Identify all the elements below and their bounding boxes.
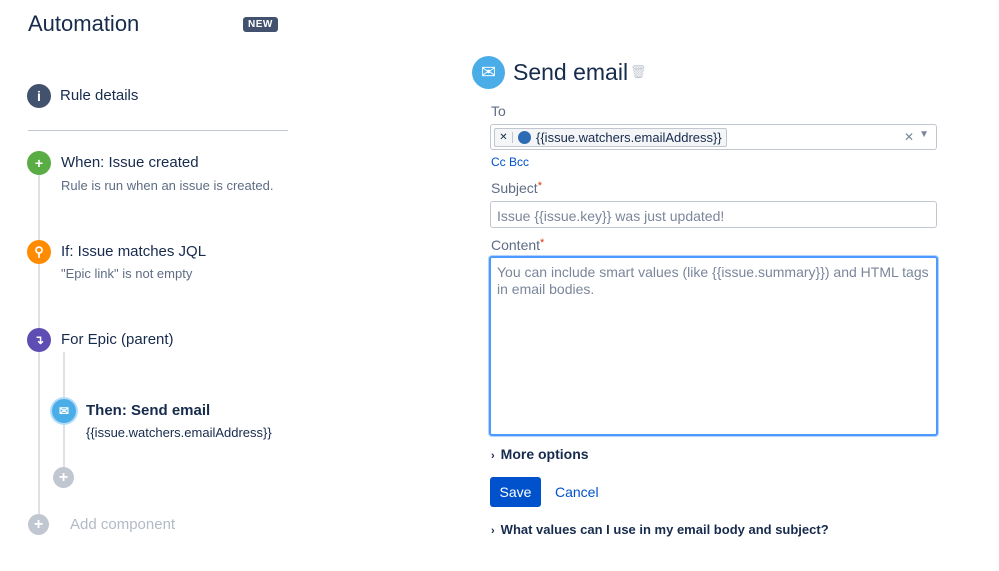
step-condition[interactable]: If: Issue matches JQL (61, 243, 206, 260)
help-toggle[interactable]: › What values can I use in my email body … (491, 522, 829, 537)
step-branch[interactable]: For Epic (parent) (61, 331, 174, 348)
page-title: Automation (28, 11, 140, 36)
add-component-icon[interactable]: + (28, 514, 49, 535)
step-desc: "Epic link" is not empty (61, 266, 193, 281)
save-button[interactable]: Save (490, 477, 541, 507)
search-icon: ⚲ (27, 240, 51, 264)
rule-details-link[interactable]: Rule details (60, 87, 138, 104)
to-field[interactable]: ✕ {{issue.watchers.emailAddress}} ✕ ▼ (490, 124, 937, 150)
trash-icon[interactable]: 🗑 (630, 64, 647, 80)
step-desc: {{issue.watchers.emailAddress}} (86, 425, 272, 440)
branch-icon: ↴ (27, 328, 51, 352)
panel-title: Send email (513, 59, 629, 85)
more-options-toggle[interactable]: › More options (491, 446, 589, 462)
clear-icon[interactable]: ✕ (904, 130, 914, 144)
content-textarea[interactable]: You can include smart values (like {{iss… (489, 256, 938, 436)
mail-icon: ✉ (472, 56, 505, 89)
new-badge: NEW (243, 17, 278, 32)
chevron-down-icon[interactable]: ▼ (919, 129, 929, 140)
info-icon: i (27, 84, 51, 108)
remove-tag-icon[interactable]: ✕ (495, 132, 513, 143)
step-trigger[interactable]: When: Issue created (61, 154, 199, 171)
cancel-button[interactable]: Cancel (555, 484, 599, 500)
smart-value-icon (518, 131, 531, 144)
cc-bcc-link[interactable]: Cc Bcc (491, 155, 529, 169)
content-label: Content* (491, 237, 545, 253)
to-label: To (491, 103, 506, 119)
subject-label: Subject* (491, 180, 542, 196)
plus-icon: + (27, 151, 51, 175)
to-tag: {{issue.watchers.emailAddress}} (536, 130, 722, 145)
divider (28, 130, 288, 131)
add-nested-button[interactable]: + (53, 467, 74, 488)
step-action[interactable]: Then: Send email (86, 402, 210, 419)
subject-input[interactable]: Issue {{issue.key}} was just updated! (490, 201, 937, 228)
add-component-link[interactable]: Add component (70, 516, 175, 533)
step-desc: Rule is run when an issue is created. (61, 178, 274, 193)
mail-icon: ✉ (52, 399, 76, 423)
